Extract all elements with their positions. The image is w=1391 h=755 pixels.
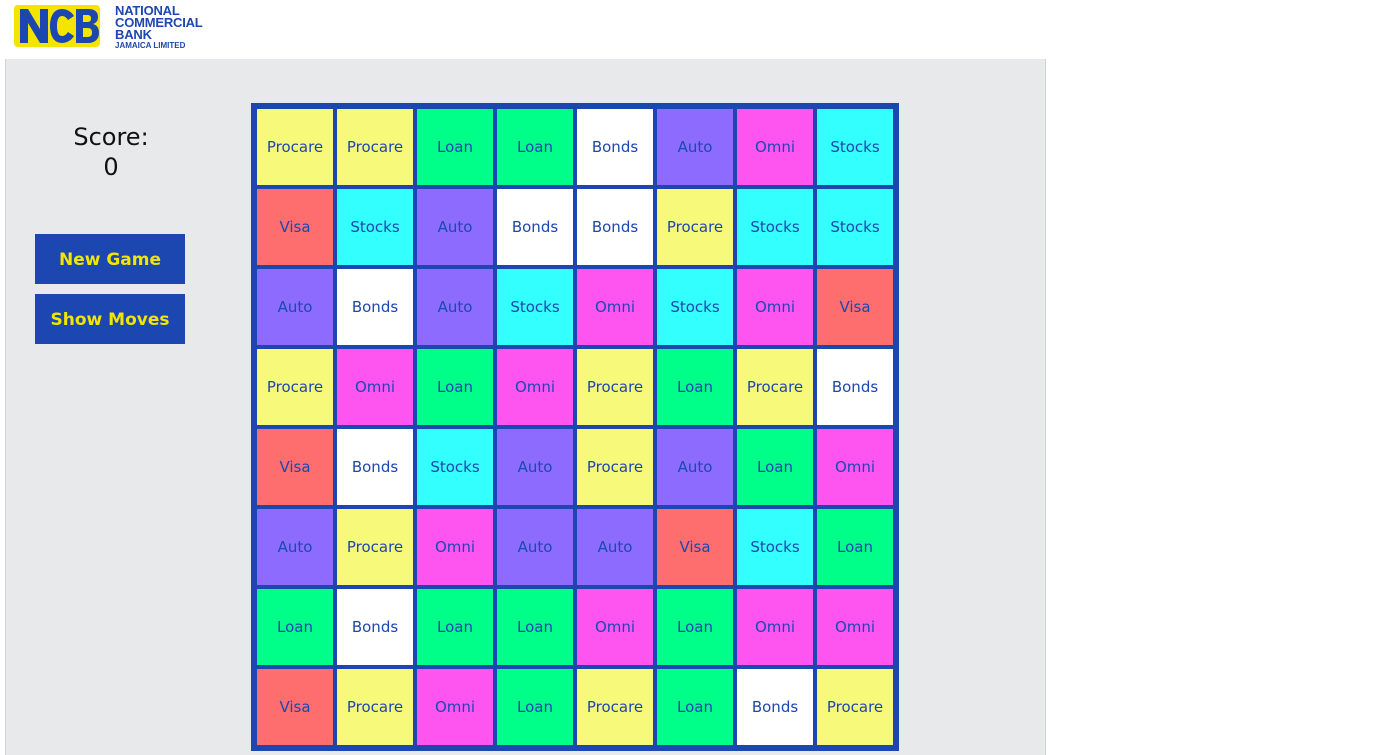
score-display: Score: 0 xyxy=(46,122,176,182)
board-tile[interactable]: Loan xyxy=(257,589,333,665)
board-tile[interactable]: Visa xyxy=(257,669,333,745)
board-tile[interactable]: Stocks xyxy=(417,429,493,505)
board-tile[interactable]: Visa xyxy=(817,269,893,345)
board-tile[interactable]: Loan xyxy=(497,669,573,745)
board-tile[interactable]: Visa xyxy=(257,189,333,265)
new-game-button[interactable]: New Game xyxy=(35,234,185,284)
score-value: 0 xyxy=(103,153,119,181)
board-tile[interactable]: Loan xyxy=(657,669,733,745)
board-tile[interactable]: Bonds xyxy=(337,429,413,505)
tile-grid: Procare Procare Loan Loan Bonds Auto Omni Stock… xyxy=(257,109,896,745)
board-tile[interactable]: Bonds xyxy=(337,269,413,345)
ncb-logo-text: NATIONAL COMMERCIAL BANK JAMAICA LIMITED xyxy=(115,4,203,51)
board-tile[interactable]: Auto xyxy=(257,269,333,345)
board-tile[interactable]: Procare xyxy=(577,349,653,425)
board-tile[interactable]: Loan xyxy=(417,589,493,665)
board-tile[interactable]: Procare xyxy=(657,189,733,265)
score-label: Score: xyxy=(73,123,149,151)
board-tile[interactable]: Procare xyxy=(257,109,333,185)
board-tile[interactable]: Stocks xyxy=(337,189,413,265)
show-moves-button[interactable]: Show Moves xyxy=(35,294,185,344)
board-tile[interactable]: Omni xyxy=(577,269,653,345)
board-tile[interactable]: Omni xyxy=(417,509,493,585)
board-tile[interactable]: Stocks xyxy=(497,269,573,345)
board-tile[interactable]: Loan xyxy=(417,109,493,185)
board-tile[interactable]: Auto xyxy=(657,109,733,185)
board-tile[interactable]: Omni xyxy=(577,589,653,665)
board-tile[interactable]: Procare xyxy=(257,349,333,425)
board-tile[interactable]: Stocks xyxy=(817,109,893,185)
board-tile[interactable]: Stocks xyxy=(737,189,813,265)
board-tile[interactable]: Auto xyxy=(497,509,573,585)
board-tile[interactable]: Omni xyxy=(817,429,893,505)
board-tile[interactable]: Bonds xyxy=(497,189,573,265)
board-tile[interactable]: Loan xyxy=(817,509,893,585)
board-tile[interactable]: Auto xyxy=(257,509,333,585)
board-tile[interactable]: Stocks xyxy=(817,189,893,265)
board-tile[interactable]: Bonds xyxy=(737,669,813,745)
board-tile[interactable]: Loan xyxy=(497,109,573,185)
board-tile[interactable]: Procare xyxy=(577,669,653,745)
board-tile[interactable]: Omni xyxy=(337,349,413,425)
board-tile[interactable]: Bonds xyxy=(817,349,893,425)
board-tile[interactable]: Bonds xyxy=(577,109,653,185)
board-tile[interactable]: Omni xyxy=(737,269,813,345)
board-tile[interactable]: Loan xyxy=(657,589,733,665)
board-tile[interactable]: Procare xyxy=(737,349,813,425)
board-tile[interactable]: Bonds xyxy=(337,589,413,665)
board-tile[interactable]: Stocks xyxy=(657,269,733,345)
board-tile[interactable]: Procare xyxy=(337,509,413,585)
board-tile[interactable]: Auto xyxy=(417,269,493,345)
board-tile[interactable]: Procare xyxy=(337,669,413,745)
game-board: Procare Procare Loan Loan Bonds Auto Omni Stock… xyxy=(251,103,899,751)
board-tile[interactable]: Loan xyxy=(737,429,813,505)
board-tile[interactable]: Loan xyxy=(417,349,493,425)
board-tile[interactable]: Loan xyxy=(657,349,733,425)
brand-line-4: JAMAICA LIMITED xyxy=(115,41,186,50)
board-tile[interactable]: Visa xyxy=(257,429,333,505)
board-tile[interactable]: Auto xyxy=(657,429,733,505)
board-tile[interactable]: Auto xyxy=(417,189,493,265)
board-tile[interactable]: Procare xyxy=(577,429,653,505)
ncb-logo-mark xyxy=(14,5,100,47)
board-tile[interactable]: Procare xyxy=(817,669,893,745)
brand-line-3: BANK xyxy=(115,27,152,42)
board-tile[interactable]: Omni xyxy=(417,669,493,745)
board-tile[interactable]: Auto xyxy=(577,509,653,585)
board-tile[interactable]: Auto xyxy=(497,429,573,505)
page-header: NATIONAL COMMERCIAL BANK JAMAICA LIMITED xyxy=(0,0,1391,59)
board-tile[interactable]: Bonds xyxy=(577,189,653,265)
board-tile[interactable]: Stocks xyxy=(737,509,813,585)
board-tile[interactable]: Omni xyxy=(817,589,893,665)
ncb-logo[interactable]: NATIONAL COMMERCIAL BANK JAMAICA LIMITED xyxy=(14,3,214,51)
board-tile[interactable]: Loan xyxy=(497,589,573,665)
board-tile[interactable]: Visa xyxy=(657,509,733,585)
board-tile[interactable]: Omni xyxy=(737,109,813,185)
board-tile[interactable]: Procare xyxy=(337,109,413,185)
board-tile[interactable]: Omni xyxy=(737,589,813,665)
board-tile[interactable]: Omni xyxy=(497,349,573,425)
